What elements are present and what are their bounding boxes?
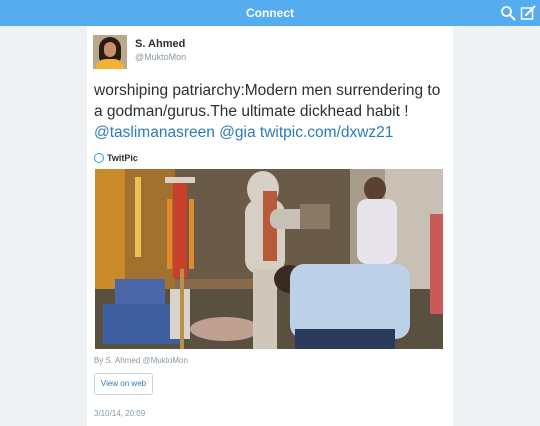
tweet-photo[interactable] — [95, 169, 443, 349]
mention-taslimanasreen[interactable]: @taslimanasreen — [94, 124, 215, 141]
author-handle[interactable]: @MuktoMon — [135, 52, 186, 62]
avatar[interactable] — [93, 35, 127, 69]
page-title: Connect — [246, 6, 294, 20]
photo-credit: By S. Ahmed @MuktoMon — [94, 356, 188, 365]
search-icon[interactable] — [500, 5, 516, 21]
tweet-body: worshiping patriarchy:Modern men surrend… — [94, 82, 441, 120]
source-label: TwitPic — [107, 153, 138, 163]
media-source[interactable]: TwitPic — [94, 153, 138, 165]
twitpic-icon — [94, 153, 104, 163]
top-bar: Connect — [0, 0, 540, 26]
tweet-link[interactable]: twitpic.com/dxwz21 — [260, 124, 394, 141]
view-on-web-button[interactable]: View on web — [94, 373, 153, 395]
author-name[interactable]: S. Ahmed — [135, 38, 185, 50]
tweet-text: worshiping patriarchy:Modern men surrend… — [94, 80, 450, 143]
tweet-card: S. Ahmed @MuktoMon worshiping patriarchy… — [87, 26, 453, 426]
tweet-timestamp[interactable]: 3/10/14, 20:09 — [94, 409, 145, 418]
compose-icon[interactable] — [520, 5, 536, 21]
mention-gia[interactable]: @gia — [219, 124, 255, 141]
